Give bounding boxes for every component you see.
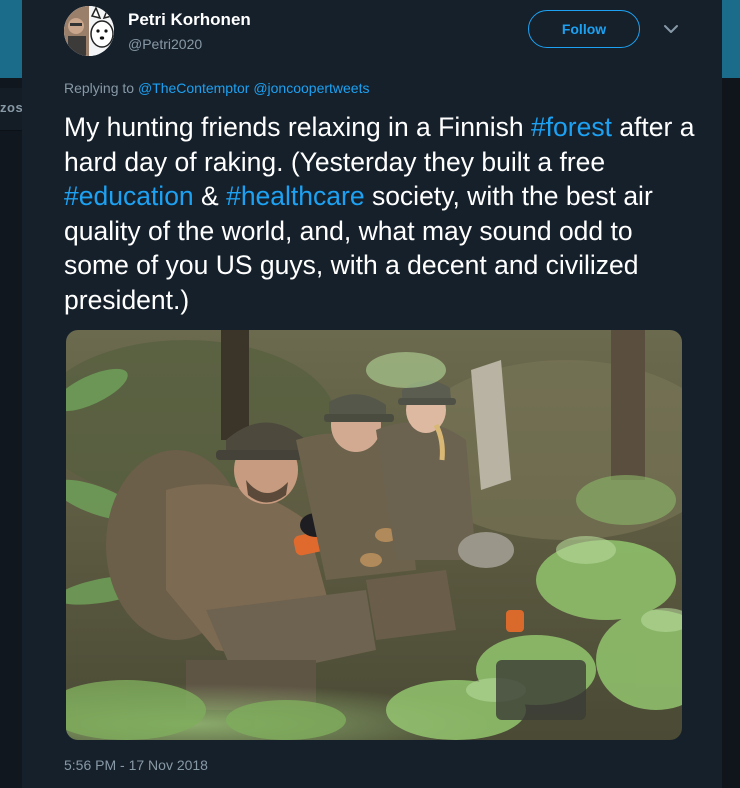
author-handle[interactable]: @Petri2020 [128,36,202,52]
hashtag-healthcare[interactable]: #healthcare [226,181,365,211]
reply-mention-2[interactable]: @joncoopertweets [253,80,369,96]
tweet-card: Petri Korhonen @Petri2020 Follow Replyin… [22,0,722,788]
replying-to: Replying to @TheContemptor @joncoopertwe… [64,80,369,96]
background-right-panel [722,78,740,788]
chevron-down-icon[interactable] [662,20,680,38]
background-left-fragment: zos [0,100,24,115]
tweet-text: My hunting friends relaxing in a Finnish… [64,110,704,317]
author-name[interactable]: Petri Korhonen [128,10,251,30]
tweet-timestamp[interactable]: 5:56 PM - 17 Nov 2018 [64,757,208,773]
hashtag-forest[interactable]: #forest [531,112,612,142]
replying-prefix: Replying to [64,80,135,96]
tweet-photo[interactable] [66,330,682,740]
forest-photo-illustration [66,330,682,740]
follow-button[interactable]: Follow [528,10,640,48]
reply-mention-1[interactable]: @TheContemptor [138,80,249,96]
background-left-panel [0,78,22,788]
hashtag-education[interactable]: #education [64,181,194,211]
avatar[interactable] [64,6,114,56]
tweet-text-segment: My hunting friends relaxing in a Finnish [64,112,531,142]
tweet-text-segment: & [193,181,227,211]
